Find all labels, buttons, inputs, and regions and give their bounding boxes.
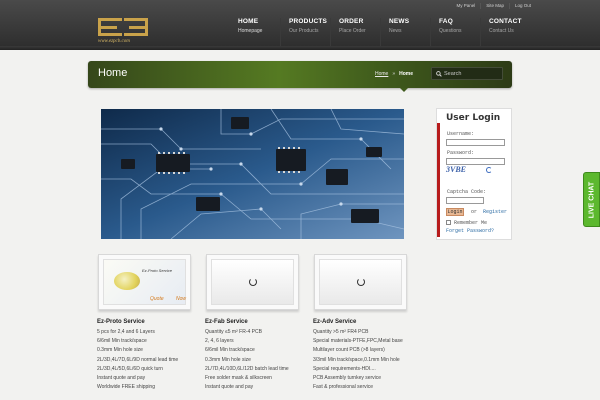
- service-line: Instant quote and pay: [205, 384, 254, 391]
- logo-mark-icon: [98, 18, 148, 38]
- password-label: Password:: [447, 150, 475, 156]
- main-nav: HOME Homepage PRODUCTS Our Products ORDE…: [230, 18, 530, 46]
- thumbnail-frame: [211, 259, 294, 305]
- service-line: 6/6mil Min track/space: [97, 338, 147, 345]
- ez-proto-thumbnail[interactable]: Ez-Proto Service Quote Now: [98, 254, 191, 310]
- login-button[interactable]: Login: [446, 208, 464, 216]
- page-banner: Home Home » Home Search: [88, 61, 512, 92]
- service-line: Instant quote and pay: [97, 375, 146, 382]
- nav-item-contact[interactable]: CONTACT Contact Us: [480, 18, 530, 46]
- top-link-log-out[interactable]: Log Out: [508, 3, 536, 9]
- service-line: Worldwide FREE shipping: [97, 384, 155, 391]
- ez-adv-thumbnail[interactable]: [314, 254, 407, 310]
- breadcrumb-home-link[interactable]: Home: [375, 71, 388, 77]
- top-link-site-map[interactable]: Site Map: [480, 3, 509, 9]
- captcha-refresh-icon[interactable]: [486, 167, 492, 173]
- live-chat-label: LIVE CHAT: [588, 181, 595, 218]
- service-line: Special requirements-HDI....: [313, 365, 376, 372]
- site-header: www.ezpcb.com My Panel Site Map Log Out …: [0, 0, 600, 50]
- live-chat-button[interactable]: LIVE CHAT: [583, 172, 600, 227]
- captcha-text: 3VBE: [446, 165, 467, 174]
- site-logo[interactable]: www.ezpcb.com: [98, 16, 152, 50]
- service-line: Free solder mask & silkscreen: [205, 375, 272, 382]
- nav-item-home[interactable]: HOME Homepage: [230, 18, 280, 46]
- breadcrumb-pointer: [400, 88, 408, 92]
- top-link-my-panel[interactable]: My Panel: [451, 3, 480, 9]
- login-accent-bar: [437, 123, 440, 237]
- captcha-code-label: Captcha Code:: [447, 189, 487, 195]
- username-field[interactable]: [446, 139, 505, 146]
- captcha-code-field[interactable]: [446, 197, 484, 204]
- service-line: 2, 4, 6 layers: [205, 338, 234, 345]
- service-line: 0.3mm Min hole size: [205, 356, 251, 363]
- service-line: Multilayer count PCB (>8 layers): [313, 347, 385, 354]
- nav-item-title: FAQ: [439, 18, 453, 25]
- nav-item-order[interactable]: ORDER Place Order: [330, 18, 380, 46]
- search-placeholder: Search: [444, 71, 462, 77]
- login-title: User Login: [446, 113, 501, 123]
- remember-me-checkbox[interactable]: [446, 220, 451, 225]
- thumbnail-quote: Quote: [150, 296, 164, 302]
- forgot-password-link[interactable]: Forget Password?: [446, 228, 494, 234]
- nav-item-products[interactable]: PRODUCTS Our Products: [280, 18, 330, 46]
- loading-spinner-icon: [356, 278, 365, 286]
- breadcrumb-current: Home: [399, 71, 414, 77]
- nav-item-subtitle: Our Products: [289, 28, 319, 34]
- service-title[interactable]: Ez-Proto Service: [97, 319, 202, 325]
- nav-item-faq[interactable]: FAQ Questions: [430, 18, 480, 46]
- thumbnail-now: Now: [176, 296, 187, 302]
- nav-item-title: NEWS: [389, 18, 410, 25]
- breadcrumb: Home » Home: [375, 71, 413, 77]
- nav-item-subtitle: News: [389, 28, 402, 34]
- thumbnail-frame: Ez-Proto Service Quote Now: [103, 259, 186, 305]
- service-title[interactable]: Ez-Fab Service: [205, 319, 310, 325]
- top-links: My Panel Site Map Log Out: [451, 3, 536, 9]
- service-line: PCB Assembly turnkey service: [313, 375, 382, 382]
- nav-item-title: PRODUCTS: [289, 18, 328, 25]
- nav-item-news[interactable]: NEWS News: [380, 18, 430, 46]
- service-ez-fab: Ez-Fab Service Quantity ≤5 m² FR-4 PCB 2…: [205, 319, 310, 392]
- nav-item-subtitle: Questions: [439, 28, 462, 34]
- service-line: 6/6mil Min track/space: [205, 347, 255, 354]
- nav-item-title: HOME: [238, 18, 259, 25]
- nav-item-title: ORDER: [339, 18, 364, 25]
- password-field[interactable]: [446, 158, 505, 165]
- login-or-text: or: [471, 209, 478, 215]
- search-icon: [436, 71, 442, 77]
- service-line: 2L/3D,4L/7D,6L/9D normal lead time: [97, 356, 179, 363]
- service-ez-adv: Ez-Adv Service Quantity >5 m² FR4 PCB Sp…: [313, 319, 418, 392]
- thumbnail-tag: Ez-Proto Service: [142, 268, 173, 273]
- service-line: Special materials-PTFE,FPC,Metal base: [313, 338, 403, 345]
- search-input[interactable]: Search: [431, 67, 503, 80]
- service-line: 5 pcs for 2,4 and 6 Layers: [97, 329, 155, 335]
- service-title[interactable]: Ez-Adv Service: [313, 319, 418, 325]
- ez-fab-thumbnail[interactable]: [206, 254, 299, 310]
- service-line: Fast & professional service: [313, 384, 374, 391]
- remember-me-label: Remember Me: [454, 220, 488, 226]
- service-line: Quantity >5 m² FR4 PCB: [313, 329, 369, 335]
- service-line: 0.3mm Min hole size: [97, 347, 143, 354]
- circuit-board-image: [101, 109, 404, 239]
- pcb-egg-graphic: [114, 272, 140, 290]
- service-ez-proto: Ez-Proto Service 5 pcs for 2,4 and 6 Lay…: [97, 319, 202, 392]
- service-line: Quantity ≤5 m² FR-4 PCB: [205, 329, 262, 335]
- user-login-panel: User Login Username: Password: 3VBE Capt…: [436, 108, 512, 240]
- nav-item-title: CONTACT: [489, 18, 522, 25]
- page-title: Home: [98, 67, 128, 79]
- register-link[interactable]: Register: [483, 209, 507, 215]
- service-line: 2L/7D,4L/10D,6L/12D batch lead time: [205, 365, 289, 372]
- captcha-image: 3VBE: [446, 165, 482, 178]
- breadcrumb-separator: »: [392, 71, 396, 77]
- nav-item-subtitle: Contact Us: [489, 28, 514, 34]
- service-line: 2L/3D,4L/5D,6L/6D quick turn: [97, 365, 163, 372]
- nav-item-subtitle: Place Order: [339, 28, 366, 34]
- logo-url-text: www.ezpcb.com: [98, 39, 130, 44]
- username-label: Username:: [447, 131, 475, 137]
- thumbnail-frame: [319, 259, 402, 305]
- loading-spinner-icon: [248, 278, 257, 286]
- nav-item-subtitle: Homepage: [238, 28, 263, 34]
- service-line: 3/3mil Min track/space,0.1mm Min hole: [313, 356, 400, 363]
- circuit-board-graphic: [101, 109, 404, 239]
